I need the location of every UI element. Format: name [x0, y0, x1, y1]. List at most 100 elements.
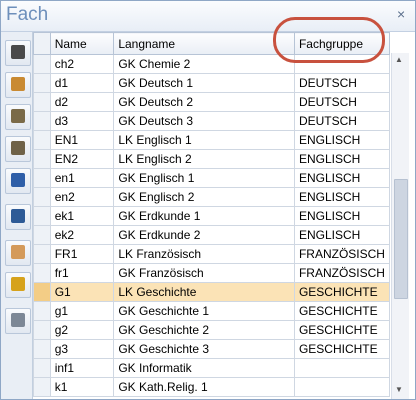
- scroll-up-icon[interactable]: ▲: [395, 55, 403, 64]
- table-row[interactable]: FR1 LK Französisch FRANZÖSISCH: [33, 244, 390, 264]
- cell-langname[interactable]: GK Informatik: [113, 358, 295, 378]
- row-indicator[interactable]: [33, 73, 51, 93]
- cell-fachgruppe[interactable]: ENGLISCH: [293, 206, 390, 226]
- row-indicator[interactable]: [33, 320, 51, 340]
- column-header-langname[interactable]: Langname: [113, 32, 295, 55]
- cell-langname[interactable]: GK Deutsch 3: [113, 111, 295, 131]
- cell-name[interactable]: inf1: [49, 358, 115, 378]
- sidebar-button-list[interactable]: [5, 308, 31, 334]
- table-row[interactable]: fr1 GK Französisch FRANZÖSISCH: [33, 263, 390, 283]
- cell-langname[interactable]: LK Französisch: [113, 244, 295, 264]
- cell-name[interactable]: fr1: [49, 263, 115, 283]
- sidebar-button-door[interactable]: [5, 104, 31, 130]
- cell-langname[interactable]: LK Englisch 1: [113, 130, 295, 150]
- table-row[interactable]: en1 GK Englisch 1 ENGLISCH: [33, 168, 390, 188]
- cell-name[interactable]: g1: [49, 301, 115, 321]
- cell-fachgruppe[interactable]: ENGLISCH: [293, 225, 390, 245]
- column-header-name[interactable]: Name: [49, 32, 115, 55]
- cell-fachgruppe[interactable]: DEUTSCH: [293, 111, 390, 131]
- cell-langname[interactable]: GK Deutsch 1: [113, 73, 295, 93]
- cell-fachgruppe[interactable]: GESCHICHTE: [293, 339, 390, 359]
- cell-fachgruppe[interactable]: ENGLISCH: [293, 149, 390, 169]
- table-row[interactable]: d3 GK Deutsch 3 DEUTSCH: [33, 111, 390, 131]
- row-indicator[interactable]: [33, 130, 51, 150]
- sidebar-button-graduation-cap[interactable]: [5, 40, 31, 66]
- cell-fachgruppe[interactable]: ENGLISCH: [293, 168, 390, 188]
- cell-fachgruppe[interactable]: ENGLISCH: [293, 187, 390, 207]
- table-row[interactable]: G1 LK Geschichte GESCHICHTE: [33, 282, 390, 302]
- row-indicator[interactable]: [33, 187, 51, 207]
- sidebar-button-books[interactable]: [5, 204, 31, 230]
- cell-fachgruppe[interactable]: DEUTSCH: [293, 92, 390, 112]
- table-row[interactable]: d2 GK Deutsch 2 DEUTSCH: [33, 92, 390, 112]
- row-indicator[interactable]: [33, 263, 51, 283]
- cell-langname[interactable]: LK Englisch 2: [113, 149, 295, 169]
- row-indicator[interactable]: [33, 358, 51, 378]
- row-indicator[interactable]: [33, 206, 51, 226]
- cell-langname[interactable]: GK Erdkunde 2: [113, 225, 295, 245]
- cell-langname[interactable]: GK Chemie 2: [113, 54, 295, 74]
- row-indicator[interactable]: [33, 339, 51, 359]
- row-indicator[interactable]: [33, 225, 51, 245]
- sidebar-button-book[interactable]: [5, 168, 31, 194]
- cell-fachgruppe[interactable]: [293, 377, 390, 397]
- row-indicator[interactable]: [33, 168, 51, 188]
- table-row[interactable]: ek2 GK Erdkunde 2 ENGLISCH: [33, 225, 390, 245]
- cell-name[interactable]: g2: [49, 320, 115, 340]
- cell-fachgruppe[interactable]: FRANZÖSISCH: [293, 263, 390, 283]
- sidebar-button-doors[interactable]: [5, 136, 31, 162]
- cell-langname[interactable]: GK Kath.Relig. 1: [113, 377, 295, 397]
- row-indicator[interactable]: [33, 149, 51, 169]
- cell-langname[interactable]: GK Geschichte 2: [113, 320, 295, 340]
- table-row[interactable]: EN1 LK Englisch 1 ENGLISCH: [33, 130, 390, 150]
- table-row[interactable]: inf1 GK Informatik: [33, 358, 390, 378]
- cell-langname[interactable]: GK Englisch 1: [113, 168, 295, 188]
- cell-name[interactable]: en1: [49, 168, 115, 188]
- cell-name[interactable]: EN2: [49, 149, 115, 169]
- row-indicator[interactable]: [33, 244, 51, 264]
- scroll-thumb[interactable]: [394, 179, 408, 299]
- cell-name[interactable]: g3: [49, 339, 115, 359]
- cell-langname[interactable]: GK Geschichte 3: [113, 339, 295, 359]
- cell-name[interactable]: k1: [49, 377, 115, 397]
- row-indicator[interactable]: [33, 301, 51, 321]
- row-indicator[interactable]: [33, 92, 51, 112]
- cell-langname[interactable]: GK Erdkunde 1: [113, 206, 295, 226]
- table-row[interactable]: en2 GK Englisch 2 ENGLISCH: [33, 187, 390, 207]
- cell-langname[interactable]: GK Geschichte 1: [113, 301, 295, 321]
- cell-fachgruppe[interactable]: FRANZÖSISCH: [293, 244, 390, 264]
- cell-name[interactable]: EN1: [49, 130, 115, 150]
- row-indicator[interactable]: [33, 111, 51, 131]
- cell-name[interactable]: ek2: [49, 225, 115, 245]
- table-row[interactable]: ek1 GK Erdkunde 1 ENGLISCH: [33, 206, 390, 226]
- sidebar-button-person[interactable]: [5, 240, 31, 266]
- row-indicator[interactable]: [33, 282, 51, 302]
- cell-langname[interactable]: GK Deutsch 2: [113, 92, 295, 112]
- sidebar-button-dollar[interactable]: [5, 272, 31, 298]
- cell-name[interactable]: d2: [49, 92, 115, 112]
- table-row[interactable]: g1 GK Geschichte 1 GESCHICHTE: [33, 301, 390, 321]
- cell-fachgruppe[interactable]: GESCHICHTE: [293, 301, 390, 321]
- close-icon[interactable]: ×: [397, 7, 405, 21]
- cell-fachgruppe[interactable]: DEUTSCH: [293, 73, 390, 93]
- cell-langname[interactable]: GK Englisch 2: [113, 187, 295, 207]
- row-indicator[interactable]: [33, 377, 51, 397]
- table-row[interactable]: EN2 LK Englisch 2 ENGLISCH: [33, 149, 390, 169]
- cell-name[interactable]: ch2: [49, 54, 115, 74]
- cell-name[interactable]: FR1: [49, 244, 115, 264]
- cell-langname[interactable]: GK Französisch: [113, 263, 295, 283]
- cell-fachgruppe[interactable]: [293, 358, 390, 378]
- cell-fachgruppe[interactable]: ENGLISCH: [293, 130, 390, 150]
- cell-langname[interactable]: LK Geschichte: [113, 282, 295, 302]
- cell-name[interactable]: d3: [49, 111, 115, 131]
- cell-fachgruppe[interactable]: GESCHICHTE: [293, 282, 390, 302]
- cell-name[interactable]: d1: [49, 73, 115, 93]
- cell-name[interactable]: G1: [49, 282, 115, 302]
- cell-name[interactable]: ek1: [49, 206, 115, 226]
- table-row[interactable]: k1 GK Kath.Relig. 1: [33, 377, 390, 397]
- table-row[interactable]: d1 GK Deutsch 1 DEUTSCH: [33, 73, 390, 93]
- cell-fachgruppe[interactable]: GESCHICHTE: [293, 320, 390, 340]
- table-row[interactable]: g2 GK Geschichte 2 GESCHICHTE: [33, 320, 390, 340]
- cell-name[interactable]: en2: [49, 187, 115, 207]
- vertical-scrollbar[interactable]: ▲ ▼: [391, 53, 409, 399]
